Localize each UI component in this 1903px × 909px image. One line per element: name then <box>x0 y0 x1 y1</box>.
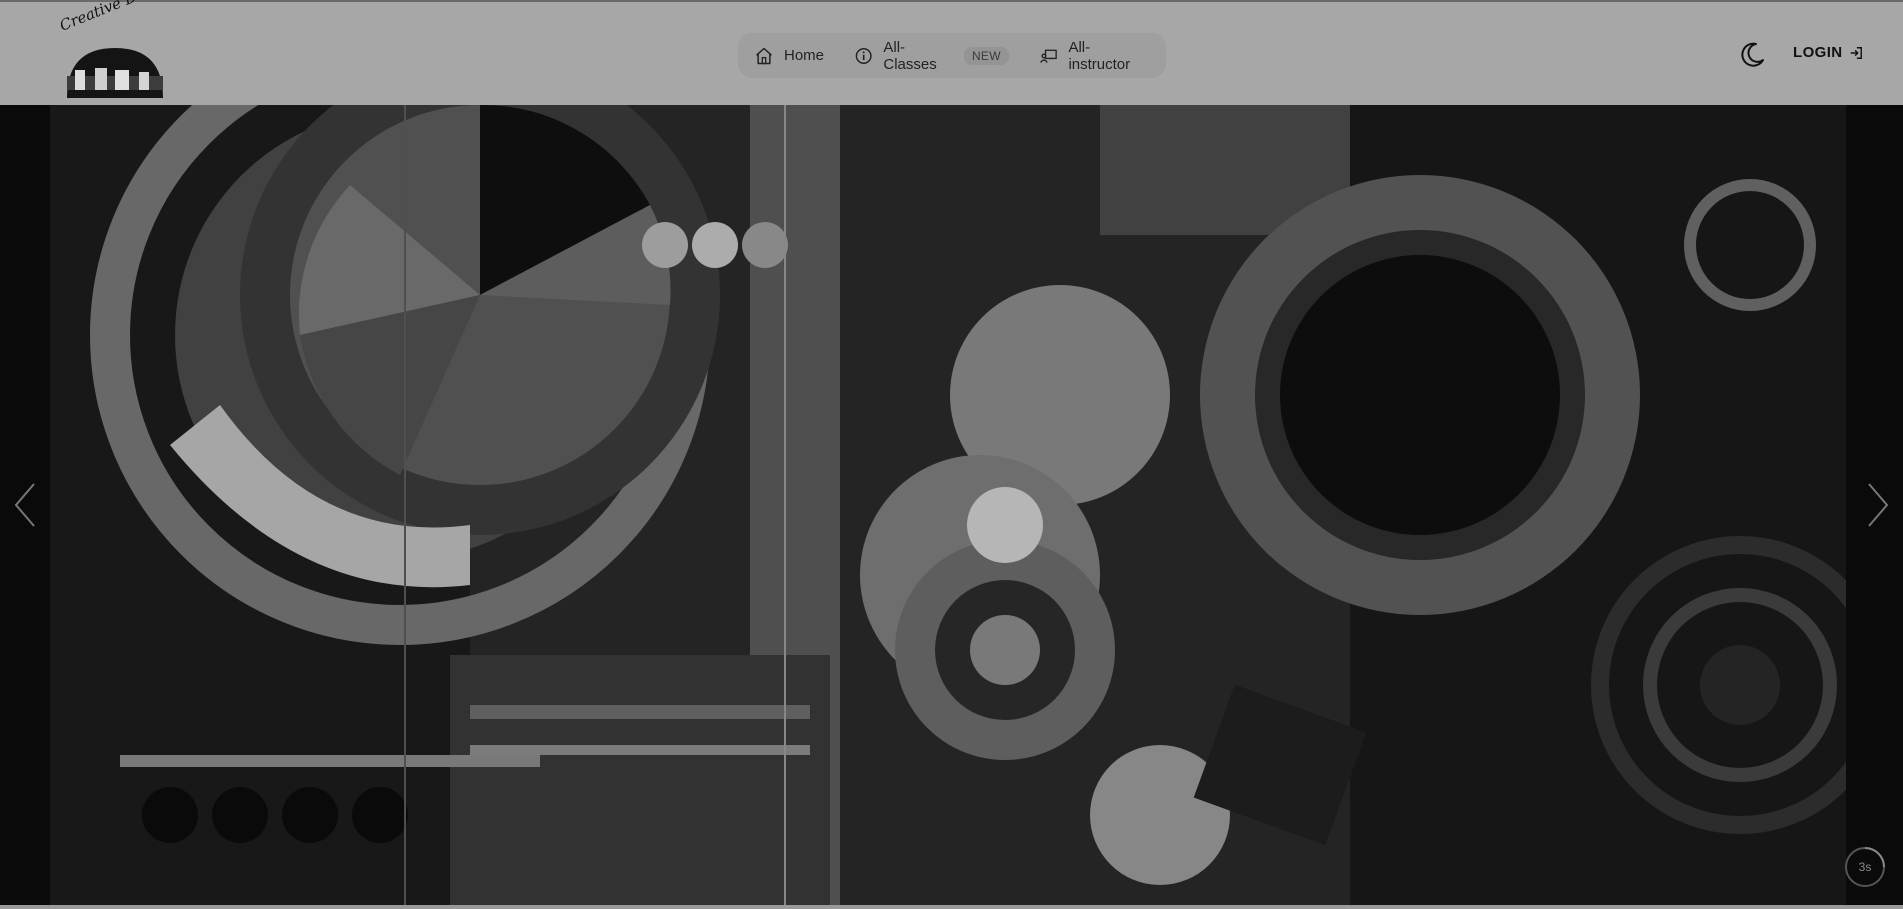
instructor-icon <box>1039 49 1057 63</box>
autoplay-timer: 3s <box>1858 860 1872 874</box>
page-bottom-edge <box>0 905 1903 909</box>
login-arrow-icon <box>1850 46 1862 59</box>
login-button[interactable]: LOGIN <box>1793 44 1863 61</box>
moon-icon[interactable] <box>1737 40 1767 70</box>
site-logo[interactable]: Creative Design <box>55 0 177 102</box>
login-label: LOGIN <box>1793 44 1843 61</box>
chevron-left-icon[interactable] <box>10 480 40 530</box>
nav-all-instructor[interactable]: All-instructor <box>1039 39 1150 73</box>
nav-home-label: Home <box>784 47 825 64</box>
nav-all-classes-label: All-Classes <box>883 38 937 73</box>
nav-all-classes[interactable]: All-Classes NEW <box>854 39 1009 73</box>
chevron-right-icon[interactable] <box>1863 480 1893 530</box>
hero-carousel <box>0 105 1903 905</box>
new-badge: NEW <box>963 46 1009 65</box>
home-icon <box>756 47 772 64</box>
info-icon <box>855 47 872 64</box>
nav-all-instructor-label: All-instructor <box>1068 38 1131 73</box>
carousel-slide-image <box>50 105 1846 905</box>
main-nav: Home All-Classes NEW All-instructor <box>738 33 1166 78</box>
top-navbar: Creative Design Home All-Classes NEW All… <box>0 0 1903 105</box>
nav-home[interactable]: Home <box>754 46 824 66</box>
